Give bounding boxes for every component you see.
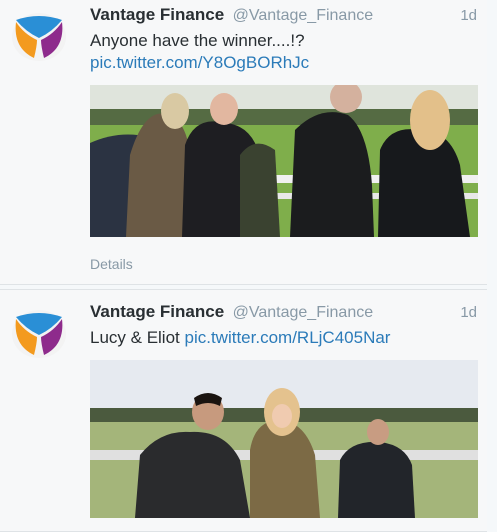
selfie-photo[interactable] xyxy=(90,360,478,518)
tweet-header: Vantage Finance @Vantage_Finance 1d xyxy=(90,302,477,324)
tweet-text: Lucy & Eliot pic.twitter.com/RLjC405Nar xyxy=(90,327,390,349)
details-link[interactable]: Details xyxy=(90,256,133,272)
tweet-body: Lucy & Eliot xyxy=(90,328,180,347)
vantage-logo-icon[interactable] xyxy=(10,307,68,359)
timestamp[interactable]: 1d xyxy=(460,304,477,321)
tweet-body: Anyone have the winner....!? xyxy=(90,31,305,50)
tweet-1[interactable]: Vantage Finance @Vantage_Finance 1d Anyo… xyxy=(0,0,487,285)
tweet-link[interactable]: pic.twitter.com/RLjC405Nar xyxy=(185,328,391,347)
tweet-header: Vantage Finance @Vantage_Finance 1d xyxy=(90,5,477,27)
tweet-link[interactable]: pic.twitter.com/Y8OgBORhJc xyxy=(90,52,309,74)
vantage-logo-icon[interactable] xyxy=(10,10,68,62)
timestamp[interactable]: 1d xyxy=(460,7,477,24)
author-handle[interactable]: @Vantage_Finance xyxy=(233,7,373,24)
author-name[interactable]: Vantage Finance xyxy=(90,5,224,24)
author-name[interactable]: Vantage Finance xyxy=(90,302,224,321)
tweet-2[interactable]: Vantage Finance @Vantage_Finance 1d Lucy… xyxy=(0,289,487,532)
racecourse-photo[interactable] xyxy=(90,85,478,237)
tweet-text: Anyone have the winner....!? pic.twitter… xyxy=(90,30,309,74)
author-handle[interactable]: @Vantage_Finance xyxy=(233,304,373,321)
